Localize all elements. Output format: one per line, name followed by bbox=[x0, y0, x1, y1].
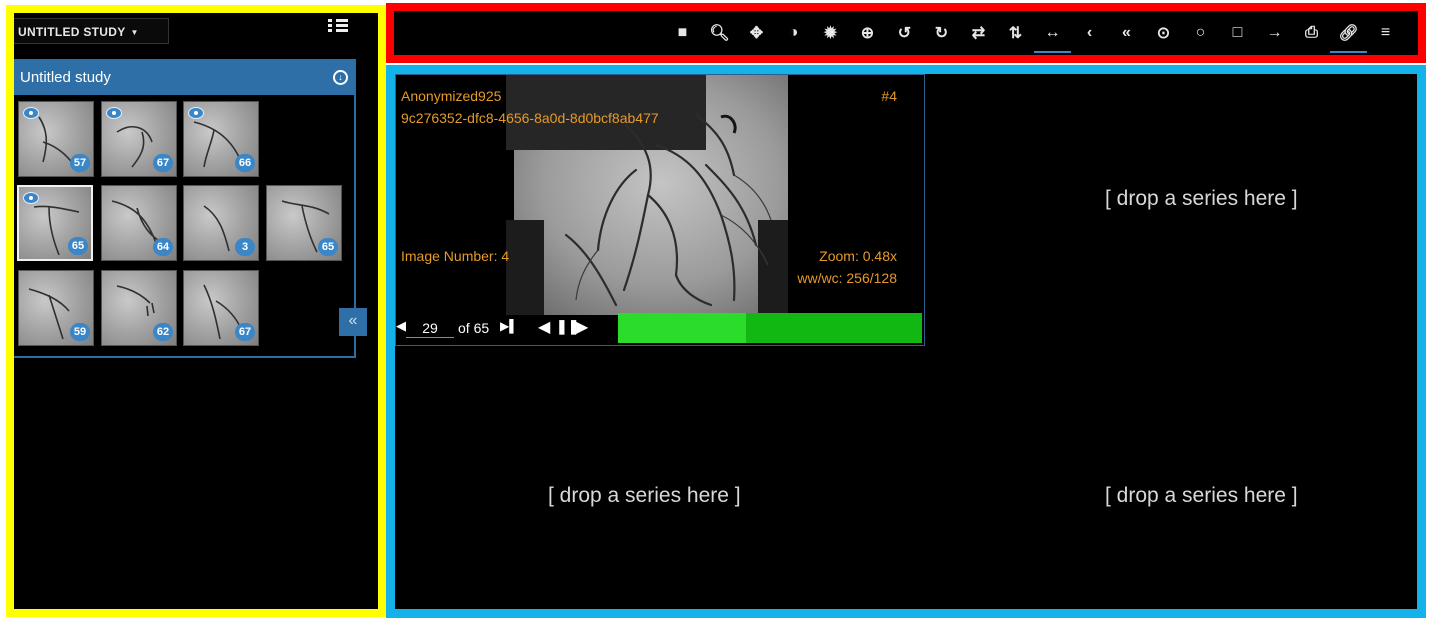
rectangle-roi-tool-button[interactable]: □ bbox=[1219, 11, 1256, 55]
cine-controls: ◀ of 65 ▶▌ ◀ ❚❚ ▶ bbox=[396, 311, 924, 345]
toolbar-region: ■ 🔍︎ ✥ ◑ ✹ ⊕ ↺ ↻ ⇄ ⇅ ↔ ‹ « ⊙ ○ □ → ⎙ 🔗︎ ≡ bbox=[386, 3, 1426, 63]
series-uid-overlay: 9c276352-dfc8-4656-8a0d-8d0bcf8ab477 bbox=[401, 110, 659, 126]
drop-zone-top-right[interactable]: [ drop a series here ] bbox=[1105, 187, 1298, 211]
cine-progress-fill bbox=[618, 313, 746, 343]
image-count-badge: 65 bbox=[68, 237, 88, 255]
list-view-icon[interactable] bbox=[328, 19, 348, 35]
collapse-panel-button[interactable]: « bbox=[339, 308, 367, 336]
link-icon: 🔗︎ bbox=[1338, 25, 1359, 42]
viewport-active[interactable]: Anonymized925 9c276352-dfc8-4656-8a0d-8d… bbox=[395, 74, 925, 346]
drop-zone-bottom-left[interactable]: [ drop a series here ] bbox=[548, 484, 741, 508]
study-dropdown[interactable]: UNTITLED STUDY ▼ bbox=[14, 18, 169, 44]
image-count-badge: 64 bbox=[153, 238, 173, 256]
stop-tool-button[interactable]: ■ bbox=[664, 11, 701, 55]
cobb-angle-icon: « bbox=[1122, 24, 1131, 41]
brightness-icon: ✹ bbox=[823, 25, 838, 42]
rotate-right-icon: ↻ bbox=[934, 25, 949, 42]
image-number-overlay: Image Number: 4 bbox=[401, 248, 510, 264]
zoom-overlay: Zoom: 0.48x bbox=[819, 248, 897, 264]
rotate-left-icon: ↺ bbox=[897, 25, 912, 42]
series-thumbnail[interactable]: 67 bbox=[183, 270, 259, 346]
series-thumbnail[interactable]: 64 bbox=[101, 185, 177, 261]
drop-zone-bottom-right[interactable]: [ drop a series here ] bbox=[1105, 484, 1298, 508]
image-count-badge: 65 bbox=[318, 238, 338, 256]
zoom-in-tool-button[interactable]: ⊕ bbox=[849, 11, 886, 55]
measure-length-tool-button[interactable]: ↔ bbox=[1034, 11, 1071, 55]
series-thumbnail[interactable]: 57 bbox=[18, 101, 94, 177]
series-thumbnail[interactable]: 59 bbox=[18, 270, 94, 346]
study-series-list: Untitled study ↓ 57 67 66 65 64 3 65 59 62 67 bbox=[14, 59, 356, 358]
cine-progress-bar[interactable] bbox=[618, 313, 922, 343]
search-icon: 🔍︎ bbox=[709, 25, 730, 42]
image-tag-overlay: #4 bbox=[881, 88, 897, 104]
image-count-badge: 59 bbox=[70, 323, 90, 341]
image-count-badge: 66 bbox=[235, 154, 255, 172]
toolbar: ■ 🔍︎ ✥ ◑ ✹ ⊕ ↺ ↻ ⇄ ⇅ ↔ ‹ « ⊙ ○ □ → ⎙ 🔗︎ ≡ bbox=[664, 11, 1404, 55]
rotate-left-tool-button[interactable]: ↺ bbox=[886, 11, 923, 55]
image-count-badge: 3 bbox=[235, 238, 255, 256]
prev-frame-icon[interactable]: ◀ bbox=[396, 318, 406, 334]
probe-tool-button[interactable]: ⊙ bbox=[1145, 11, 1182, 55]
series-thumbnail[interactable]: 66 bbox=[183, 101, 259, 177]
viewed-eye-icon bbox=[106, 107, 122, 119]
series-thumbnail[interactable]: 65 bbox=[17, 185, 93, 261]
image-count-badge: 67 bbox=[153, 154, 173, 172]
menu-icon: ≡ bbox=[1380, 24, 1391, 41]
frame-number-input[interactable] bbox=[406, 318, 454, 338]
angle-icon: ‹ bbox=[1086, 24, 1093, 41]
viewer-region: Anonymized925 9c276352-dfc8-4656-8a0d-8d… bbox=[386, 65, 1426, 618]
series-thumbnail[interactable]: 65 bbox=[266, 185, 342, 261]
print-tool-button[interactable]: ⎙ bbox=[1293, 11, 1330, 55]
caret-down-icon: ▼ bbox=[130, 28, 139, 37]
link-tool-button[interactable]: 🔗︎ bbox=[1330, 11, 1367, 55]
rotate-right-tool-button[interactable]: ↻ bbox=[923, 11, 960, 55]
rectangle-roi-icon: □ bbox=[1232, 24, 1243, 41]
menu-tool-button[interactable]: ≡ bbox=[1367, 11, 1404, 55]
zoom-in-icon: ⊕ bbox=[860, 25, 875, 42]
brightness-tool-button[interactable]: ✹ bbox=[812, 11, 849, 55]
last-frame-icon[interactable]: ▶▌ bbox=[500, 319, 518, 333]
probe-icon: ⊙ bbox=[1156, 25, 1171, 42]
series-thumbnail[interactable]: 3 bbox=[183, 185, 259, 261]
measure-length-icon: ↔ bbox=[1044, 24, 1061, 41]
frame-total-label: of 65 bbox=[458, 320, 490, 336]
study-dropdown-label: UNTITLED STUDY bbox=[18, 25, 126, 39]
play-forward-icon[interactable]: ▶ bbox=[576, 317, 588, 337]
arrow-annotate-icon: → bbox=[1266, 24, 1283, 41]
flip-horizontal-tool-button[interactable]: ⇄ bbox=[960, 11, 997, 55]
arrow-annotate-tool-button[interactable]: → bbox=[1256, 11, 1293, 55]
study-title: Untitled study bbox=[20, 69, 111, 86]
flip-vertical-tool-button[interactable]: ⇅ bbox=[997, 11, 1034, 55]
play-backward-icon[interactable]: ◀ bbox=[538, 317, 550, 337]
viewed-eye-icon bbox=[23, 107, 39, 119]
image-count-badge: 67 bbox=[235, 323, 255, 341]
viewed-eye-icon bbox=[23, 192, 39, 204]
window-level-overlay: ww/wc: 256/128 bbox=[797, 270, 897, 286]
series-thumbnail[interactable]: 67 bbox=[101, 101, 177, 177]
contrast-icon: ◑ bbox=[788, 24, 799, 41]
ellipse-roi-icon: ○ bbox=[1195, 24, 1206, 41]
angle-tool-button[interactable]: ‹ bbox=[1071, 11, 1108, 55]
stop-icon: ■ bbox=[677, 24, 688, 41]
move-tool-button[interactable]: ✥ bbox=[738, 11, 775, 55]
cobb-angle-tool-button[interactable]: « bbox=[1108, 11, 1145, 55]
study-browser-panel: UNTITLED STUDY ▼ Untitled study ↓ 57 67 66 6… bbox=[6, 5, 386, 617]
move-icon: ✥ bbox=[749, 25, 764, 42]
ellipse-roi-tool-button[interactable]: ○ bbox=[1182, 11, 1219, 55]
series-thumbnail[interactable]: 62 bbox=[101, 270, 177, 346]
contrast-tool-button[interactable]: ◑ bbox=[775, 11, 812, 55]
flip-horizontal-icon: ⇄ bbox=[971, 25, 986, 42]
study-header[interactable]: Untitled study ↓ bbox=[14, 61, 354, 95]
flip-vertical-icon: ⇅ bbox=[1008, 25, 1023, 42]
image-count-badge: 62 bbox=[153, 323, 173, 341]
download-icon[interactable]: ↓ bbox=[333, 70, 348, 85]
patient-name-overlay: Anonymized925 bbox=[401, 88, 502, 104]
print-icon: ⎙ bbox=[1305, 24, 1318, 41]
image-count-badge: 57 bbox=[70, 154, 90, 172]
search-tool-button[interactable]: 🔍︎ bbox=[701, 11, 738, 55]
viewed-eye-icon bbox=[188, 107, 204, 119]
